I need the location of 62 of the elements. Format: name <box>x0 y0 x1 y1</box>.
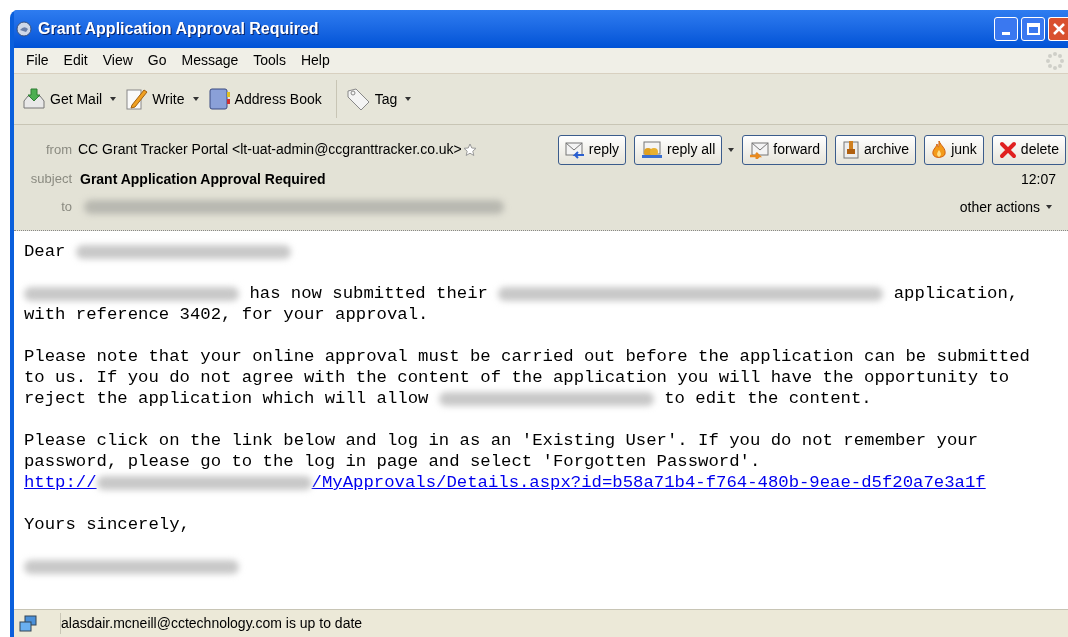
close-icon <box>1051 22 1066 36</box>
body-text: has now submitted their <box>249 283 488 304</box>
body-text: application, <box>893 283 1019 304</box>
archive-box-icon <box>842 139 860 160</box>
menu-item[interactable]: Go <box>141 50 173 71</box>
message-action-button[interactable]: reply all <box>634 134 723 165</box>
toolbar-button[interactable]: Address Book <box>204 81 324 117</box>
minimize-button[interactable] <box>994 17 1018 41</box>
message-action-button[interactable]: forward <box>742 134 827 165</box>
flame-icon <box>931 139 948 160</box>
reply-all-icon <box>641 140 664 159</box>
link[interactable]: http:// <box>24 472 97 493</box>
field-label: from <box>45 140 72 159</box>
menu-item[interactable]: Help <box>294 50 336 71</box>
reply-mail-icon <box>564 140 585 159</box>
body-text: Yours sincerely, <box>24 514 190 535</box>
caret-icon <box>1046 205 1052 209</box>
pencil-icon <box>124 87 149 111</box>
menu-item[interactable]: Message <box>175 50 245 71</box>
body-text: reject the application which will allow <box>24 388 429 409</box>
inbox-icon <box>22 87 46 111</box>
body-text: Please note that your online approval must be carried out before the application can be submitted <box>24 346 1030 367</box>
menu-item[interactable]: Edit <box>57 50 94 71</box>
message-action-button[interactable]: archive <box>835 134 917 165</box>
body-text: to edit the content. <box>664 388 872 409</box>
star-icon[interactable] <box>462 142 477 157</box>
address-book-icon <box>206 87 231 111</box>
body-text: Please click on the link below and log in as an 'Existing User'. If you do not remember your <box>24 430 979 451</box>
field-label: subject <box>29 170 72 189</box>
tag-icon <box>344 87 371 111</box>
caret-icon[interactable] <box>110 97 117 101</box>
body-text: Dear <box>24 241 66 262</box>
maximize-button[interactable] <box>1021 17 1045 41</box>
toolbar-button[interactable]: Tag <box>342 81 400 117</box>
message-time: 12:07 <box>1020 169 1056 189</box>
sender-address[interactable]: CC Grant Tracker Portal <lt-uat-admin@ccgranttracker.co.uk> <box>78 139 462 160</box>
menu-item[interactable]: Tools <box>247 50 292 71</box>
forward-mail-icon <box>749 140 770 159</box>
menu-item[interactable]: File <box>20 50 55 71</box>
link[interactable]: /MyApprovals/Details.aspx?id=b58a71b4-f764-480b-9eae-d5f20a7e3a1f <box>311 472 986 493</box>
network-icon <box>18 613 38 634</box>
message-action-button[interactable]: delete <box>991 134 1066 165</box>
field-label: to <box>60 198 72 217</box>
body-text: password, please go to the log in page and select 'Forgotten Password'. <box>24 451 761 472</box>
toolbar-button[interactable]: Get Mail <box>20 81 105 117</box>
other-actions-menu[interactable]: other actions <box>959 196 1052 218</box>
window-title: Grant Application Approval Required <box>38 19 319 39</box>
caret-icon[interactable] <box>192 97 199 101</box>
toolbar-button[interactable]: Write <box>122 81 187 117</box>
app-icon <box>16 21 32 37</box>
body-text: with reference 3402, for your approval. <box>24 304 429 325</box>
caret-icon[interactable] <box>405 97 412 101</box>
menu-item[interactable]: View <box>96 50 139 71</box>
delete-cross-icon <box>998 140 1017 159</box>
message-action-button[interactable]: junk <box>924 134 984 165</box>
message-action-button[interactable]: reply <box>557 134 627 165</box>
body-text: to us. If you do not agree with the content of the application you will have the opportunity to <box>24 367 1010 388</box>
close-button[interactable] <box>1048 17 1068 41</box>
throbber-icon <box>1046 52 1064 70</box>
message-subject: Grant Application Approval Required <box>80 169 326 189</box>
status-text: alasdair.mcneill@cctechnology.com is up to date <box>60 613 363 634</box>
caret-icon[interactable] <box>728 147 735 152</box>
